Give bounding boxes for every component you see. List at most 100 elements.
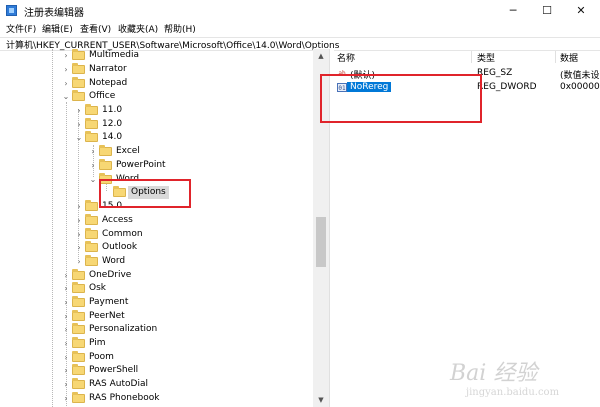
expand-chevron-icon[interactable]: › (61, 378, 71, 391)
expand-chevron-icon[interactable]: › (74, 228, 84, 241)
expand-chevron-icon[interactable]: › (88, 159, 98, 172)
folder-open-icon (99, 173, 112, 184)
menu-edit[interactable]: 编辑(E) (42, 22, 73, 35)
tree-node-label: Notepad (89, 78, 128, 88)
scroll-down-arrow-icon[interactable]: ▼ (313, 393, 329, 407)
tree-node-label: PowerShell (89, 365, 139, 375)
menu-favorites[interactable]: 收藏夹(A) (118, 22, 158, 35)
menu-bar: 文件(F) 编辑(E) 查看(V) 收藏夹(A) 帮助(H) (0, 21, 600, 36)
baidu-jingyan-watermark: Bai 经验 jingyan.baidu.com (440, 353, 600, 407)
expand-chevron-icon[interactable]: › (74, 255, 84, 268)
expand-chevron-icon[interactable]: › (74, 104, 84, 117)
watermark-logo: Bai 经验 (450, 361, 538, 386)
menu-help[interactable]: 帮助(H) (164, 22, 196, 35)
column-header-type[interactable]: 类型 (477, 51, 495, 64)
value-type: REG_DWORD (477, 82, 537, 92)
folder-icon (72, 337, 85, 348)
collapse-chevron-icon[interactable]: ⌄ (61, 90, 71, 103)
tree-node-label: Common (102, 229, 143, 239)
expand-chevron-icon[interactable]: › (74, 200, 84, 213)
expand-chevron-icon[interactable]: › (74, 241, 84, 254)
folder-icon (72, 364, 85, 375)
folder-icon (85, 118, 98, 129)
folder-icon (99, 145, 112, 156)
folder-icon (85, 241, 98, 252)
menu-view[interactable]: 查看(V) (80, 22, 111, 35)
column-divider[interactable] (555, 51, 556, 63)
tree-node-label: PeerNet (89, 311, 125, 321)
tree-node-label: RAS AutoDial (89, 379, 148, 389)
maximize-button[interactable]: ☐ (530, 0, 564, 21)
expand-chevron-icon[interactable]: › (61, 282, 71, 295)
tree-node-label: Options (128, 186, 169, 199)
expand-chevron-icon[interactable]: › (61, 323, 71, 336)
list-header: 名称 类型 数据 (333, 49, 600, 64)
tree-node-label: 15.0 (102, 201, 123, 211)
folder-icon (85, 200, 98, 211)
tree-node-label: Payment (89, 297, 129, 307)
expand-chevron-icon[interactable]: › (88, 145, 98, 158)
menu-file[interactable]: 文件(F) (6, 22, 36, 35)
window-title: 注册表编辑器 (24, 8, 84, 19)
folder-icon (99, 159, 112, 170)
expand-chevron-icon[interactable]: › (61, 77, 71, 90)
close-button[interactable]: ✕ (564, 0, 598, 21)
collapse-chevron-icon[interactable]: ⌄ (74, 131, 84, 144)
folder-icon (72, 323, 85, 334)
expand-chevron-icon[interactable]: › (61, 392, 71, 405)
expand-chevron-icon[interactable]: › (61, 63, 71, 76)
tree-guide-line (52, 49, 53, 407)
column-divider[interactable] (471, 51, 472, 63)
tree-node-label: Poom (89, 352, 114, 362)
folder-icon (85, 104, 98, 115)
expand-chevron-icon[interactable]: › (74, 118, 84, 131)
folder-icon (72, 269, 85, 280)
tree-node-label: OneDrive (89, 270, 132, 280)
expand-chevron-icon[interactable]: › (61, 310, 71, 323)
expand-chevron-icon[interactable]: › (61, 337, 71, 350)
folder-open-icon (72, 90, 85, 101)
tree-node-label: 12.0 (102, 119, 123, 129)
expand-chevron-icon[interactable]: › (61, 351, 71, 364)
tree-node-label: Excel (116, 146, 140, 156)
column-header-name[interactable]: 名称 (337, 51, 355, 64)
value-name[interactable]: NoRereg (347, 82, 392, 92)
scroll-thumb[interactable] (316, 217, 326, 267)
expand-chevron-icon[interactable]: › (61, 296, 71, 309)
value-row-norereg[interactable]: 01 NoRereg REG_DWORD 0x00000 (333, 80, 600, 95)
value-row-default[interactable]: ab (默认) REG_SZ (数值未设 (333, 66, 600, 81)
folder-icon (85, 214, 98, 225)
minimize-button[interactable]: ─ (496, 0, 530, 21)
value-data: 0x00000 (560, 82, 600, 92)
registry-editor-window: 注册表编辑器 ─ ☐ ✕ 文件(F) 编辑(E) 查看(V) 收藏夹(A) 帮助… (0, 0, 600, 407)
expand-chevron-icon[interactable]: › (74, 214, 84, 227)
tree-node-label: Word (102, 256, 126, 266)
tree-node-label: Office (89, 91, 116, 101)
folder-icon (85, 228, 98, 239)
tree-node-label: Outlook (102, 242, 138, 252)
column-header-data[interactable]: 数据 (560, 51, 578, 64)
expand-chevron-icon[interactable]: › (61, 49, 71, 62)
scroll-up-arrow-icon[interactable]: ▲ (313, 49, 329, 63)
tree-node-label: Osk (89, 283, 106, 293)
folder-icon (72, 282, 85, 293)
expand-chevron-icon[interactable]: › (61, 364, 71, 377)
folder-icon (85, 255, 98, 266)
tree-node-label: Word (116, 174, 140, 184)
watermark-url: jingyan.baidu.com (466, 387, 560, 398)
folder-icon (72, 392, 85, 403)
string-value-icon: ab (338, 70, 346, 77)
folder-icon (72, 63, 85, 74)
value-type: REG_SZ (477, 68, 513, 78)
tree-node-label: Access (102, 215, 133, 225)
registry-tree: › Multimedia › Narrator › Notepad ⌄ Offi… (0, 49, 313, 407)
folder-icon (72, 77, 85, 88)
regedit-app-icon (6, 5, 17, 16)
folder-icon (72, 296, 85, 307)
folder-icon (72, 49, 85, 60)
expand-chevron-icon[interactable]: › (61, 269, 71, 282)
dword-value-icon: 01 (337, 83, 347, 92)
tree-scrollbar[interactable]: ▲ ▼ (313, 49, 329, 407)
tree-node-label: Narrator (89, 64, 127, 74)
collapse-chevron-icon[interactable]: ⌄ (88, 173, 98, 186)
